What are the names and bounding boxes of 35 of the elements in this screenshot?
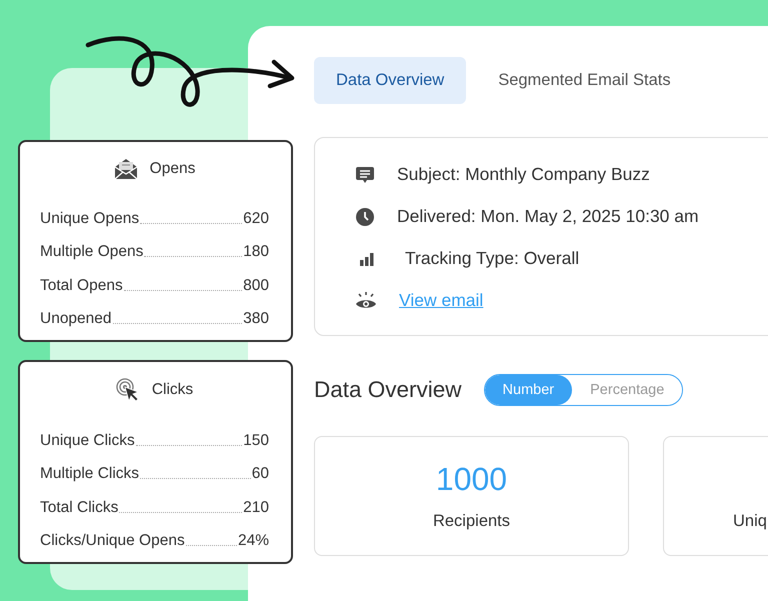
metric-label: Total Opens	[40, 276, 123, 294]
toggle-option[interactable]: Number	[484, 375, 572, 405]
click-cursor-icon	[116, 378, 140, 402]
metric-value: 800	[243, 276, 269, 294]
metric-label: Total Clicks	[40, 498, 118, 516]
metric-label: Clicks/Unique Opens	[40, 532, 185, 550]
metric-value: 210	[243, 498, 269, 516]
info-text: Subject: Monthly Company Buzz	[397, 164, 650, 185]
stat-value: 1000	[436, 461, 508, 498]
bar-chart-icon	[359, 250, 375, 266]
info-text: Tracking Type: Overall	[405, 248, 580, 269]
metric-label: Multiple Opens	[40, 243, 144, 261]
message-icon	[355, 164, 375, 184]
card-title: Clicks	[152, 381, 194, 399]
tab[interactable]: Data Overview	[314, 57, 466, 104]
metric-label: Multiple Clicks	[40, 465, 140, 483]
tab[interactable]: Segmented Email Stats	[476, 57, 693, 104]
metric-label: Unopened	[40, 310, 112, 328]
metric-value: 180	[243, 243, 269, 261]
stat-label: Uniq	[733, 512, 767, 531]
clock-icon	[355, 206, 375, 226]
metric-label: Unique Clicks	[40, 432, 135, 450]
metric-value: 60	[252, 465, 269, 483]
section-title: Data Overview	[314, 377, 462, 403]
view-email-link[interactable]: View email	[399, 290, 484, 311]
info-text: Delivered: Mon. May 2, 2025 10:30 am	[397, 206, 699, 227]
stat-label: Recipients	[432, 512, 510, 531]
metric-value: 150	[243, 432, 269, 450]
eye-icon	[355, 290, 377, 310]
metric-value: 24%	[238, 532, 269, 550]
envelope-icon	[114, 158, 138, 180]
metric-value: 380	[243, 310, 269, 328]
metric-label: Unique Opens	[40, 210, 140, 228]
card-title: Opens	[150, 160, 196, 178]
metric-value: 620	[243, 210, 269, 228]
